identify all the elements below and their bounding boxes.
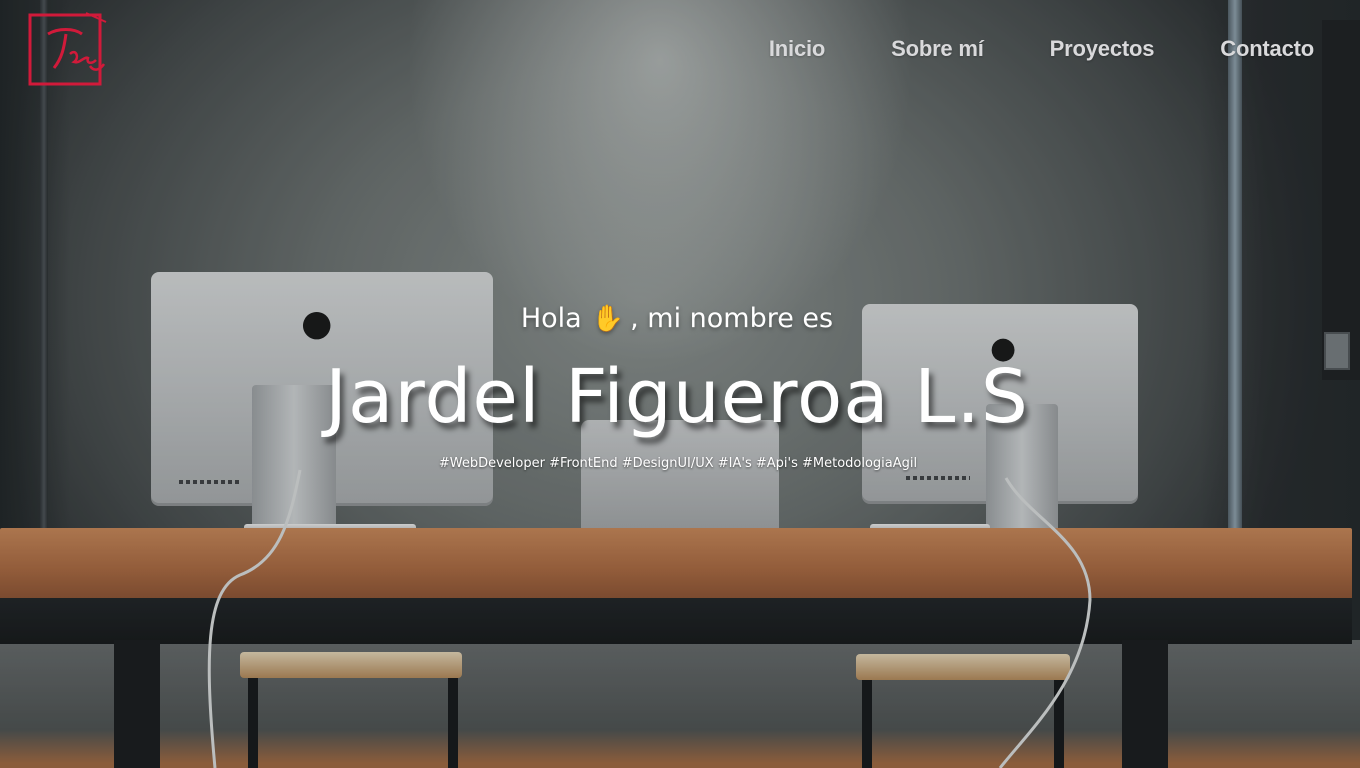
greeting-text-before: Hola xyxy=(520,303,582,334)
nav-item-sobre-mi[interactable]: Sobre mí xyxy=(891,36,984,62)
greeting-text-after: , mi nombre es xyxy=(630,303,834,334)
hero-name: Jardel Figueroa L.S xyxy=(325,354,1029,440)
hero-tags: #WebDeveloper #FrontEnd #DesignUI/UX #IA… xyxy=(438,456,918,471)
raised-hand-icon: ✋ xyxy=(591,304,625,334)
logo-mark-icon xyxy=(28,12,107,86)
main-nav: Inicio Sobre mí Proyectos Contacto xyxy=(769,36,1314,62)
nav-item-inicio[interactable]: Inicio xyxy=(769,36,825,62)
nav-item-proyectos[interactable]: Proyectos xyxy=(1050,36,1155,62)
site-logo[interactable] xyxy=(28,12,107,86)
hero-section: ● ● Inicio Sobre mí Proyectos Contacto H… xyxy=(0,0,1360,768)
nav-item-contacto[interactable]: Contacto xyxy=(1220,36,1314,62)
hero-greeting: Hola ✋, mi nombre es xyxy=(0,303,1354,334)
